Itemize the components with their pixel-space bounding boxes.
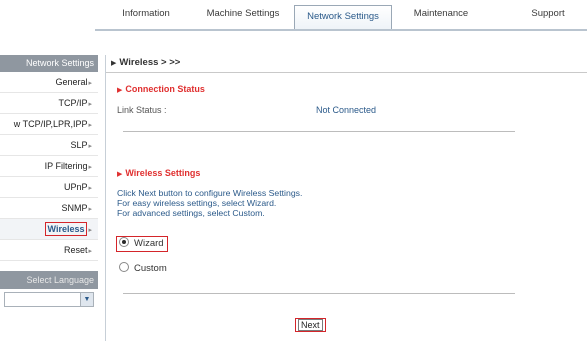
chevron-right-icon: ▸ bbox=[88, 122, 92, 129]
sidebar-item-label: SNMP bbox=[61, 203, 88, 213]
radio-selected-icon[interactable] bbox=[119, 237, 129, 248]
sidebar-item-label: TCP/IP bbox=[58, 98, 88, 108]
tab-network-settings[interactable]: Network Settings bbox=[294, 5, 392, 30]
instruction-line-2: For easy wireless settings, select Wizar… bbox=[117, 198, 277, 208]
sidebar-item-wireless[interactable]: Wireless ▸ bbox=[0, 219, 98, 240]
custom-label: Custom bbox=[134, 263, 167, 274]
chevron-down-icon[interactable]: ▼ bbox=[80, 293, 93, 306]
custom-radio[interactable]: Custom bbox=[119, 262, 167, 276]
language-select[interactable]: ▼ bbox=[4, 292, 94, 307]
sidebar-item-label: General bbox=[55, 77, 88, 87]
main-content: ▶ Wireless > >> ▶ Connection Status Link S… bbox=[105, 55, 587, 341]
wireless-settings-title: ▶ Wireless Settings bbox=[117, 168, 200, 178]
sidebar-item-ip-filtering[interactable]: IP Filtering▸ bbox=[0, 156, 98, 177]
sidebar-item-label: SLP bbox=[70, 140, 88, 150]
language-header: Select Language bbox=[0, 271, 98, 289]
breadcrumb: ▶ Wireless > >> bbox=[111, 57, 180, 68]
chevron-right-icon: ▸ bbox=[88, 80, 92, 87]
tab-machine-settings[interactable]: Machine Settings bbox=[199, 5, 287, 25]
sidebar-item-general[interactable]: General▸ bbox=[0, 72, 98, 93]
chevron-right-icon: ▸ bbox=[88, 164, 92, 171]
radio-unselected-icon[interactable] bbox=[119, 262, 129, 273]
sidebar-item-label: Wireless bbox=[44, 222, 88, 236]
next-button[interactable]: Next bbox=[298, 319, 323, 331]
section-title-text: Wireless Settings bbox=[125, 168, 201, 178]
sidebar-item-snmp[interactable]: SNMP▸ bbox=[0, 198, 98, 219]
divider bbox=[106, 72, 587, 73]
breadcrumb-text: Wireless > >> bbox=[119, 57, 181, 68]
tab-underline bbox=[95, 29, 587, 31]
tab-support[interactable]: Support bbox=[527, 5, 569, 25]
sidebar-header: Network Settings bbox=[0, 55, 98, 72]
divider bbox=[123, 131, 515, 132]
sidebar-item-upnp[interactable]: UPnP▸ bbox=[0, 177, 98, 198]
chevron-right-icon: ▸ bbox=[88, 227, 92, 234]
chevron-right-icon: ▸ bbox=[88, 143, 92, 150]
tab-information[interactable]: Information bbox=[115, 5, 177, 25]
top-tab-bar: Information Machine Settings Network Set… bbox=[95, 0, 587, 30]
sidebar-item-slp[interactable]: SLP▸ bbox=[0, 135, 98, 156]
wizard-radio[interactable]: Wizard bbox=[116, 236, 168, 252]
sidebar-item-label: UPnP bbox=[63, 182, 88, 192]
sidebar-item-raw-tcpip-lpr-ipp[interactable]: w TCP/IP,LPR,IPP▸ bbox=[0, 114, 98, 135]
sidebar-item-tcpip[interactable]: TCP/IP▸ bbox=[0, 93, 98, 114]
triangle-right-icon: ▶ bbox=[117, 87, 123, 94]
chevron-right-icon: ▸ bbox=[88, 101, 92, 108]
wizard-label: Wizard bbox=[134, 238, 164, 249]
chevron-right-icon: ▸ bbox=[88, 185, 92, 192]
next-button-highlight[interactable]: Next bbox=[295, 318, 326, 332]
sidebar: Network Settings General▸ TCP/IP▸ w TCP/… bbox=[0, 55, 98, 261]
connection-status-title: ▶ Connection Status bbox=[117, 84, 205, 94]
instruction-line-3: For advanced settings, select Custom. bbox=[117, 208, 265, 218]
triangle-right-icon: ▶ bbox=[111, 60, 117, 67]
sidebar-item-label: IP Filtering bbox=[44, 161, 88, 171]
link-status-value: Not Connected bbox=[316, 105, 377, 115]
chevron-right-icon: ▸ bbox=[88, 206, 92, 213]
section-title-text: Connection Status bbox=[125, 84, 205, 94]
sidebar-item-label: Reset bbox=[63, 245, 88, 255]
instruction-line-1: Click Next button to configure Wireless … bbox=[117, 188, 303, 198]
chevron-right-icon: ▸ bbox=[88, 248, 92, 255]
tab-maintenance[interactable]: Maintenance bbox=[406, 5, 476, 25]
link-status-label: Link Status : bbox=[117, 105, 167, 115]
sidebar-item-label: w TCP/IP,LPR,IPP bbox=[13, 119, 88, 129]
sidebar-item-reset[interactable]: Reset▸ bbox=[0, 240, 98, 261]
triangle-right-icon: ▶ bbox=[117, 171, 123, 178]
divider bbox=[123, 293, 515, 294]
